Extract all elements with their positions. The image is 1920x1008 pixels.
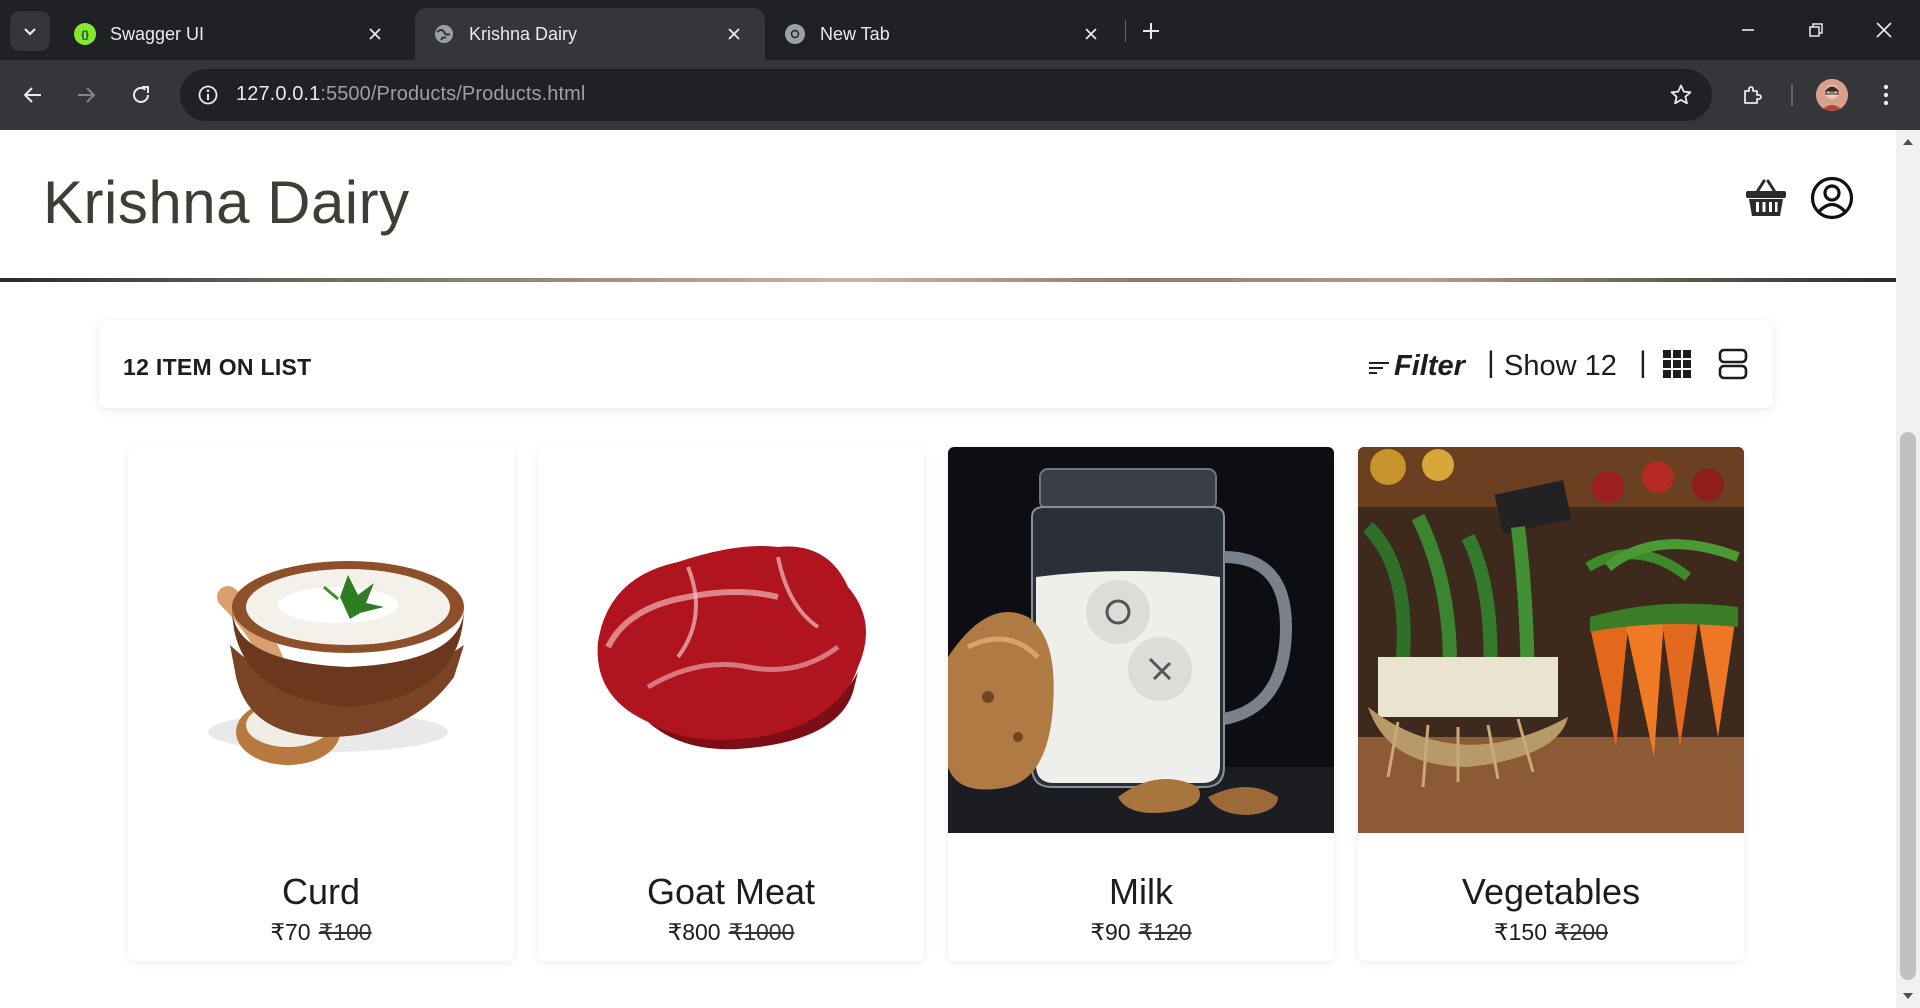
globe-icon <box>433 23 455 45</box>
sale-price: ₹90 <box>1090 919 1131 945</box>
swagger-icon: {} <box>74 23 96 45</box>
close-icon[interactable] <box>364 23 386 45</box>
svg-text:{}: {} <box>81 30 89 41</box>
tab-swagger-ui[interactable]: {} Swagger UI <box>56 8 406 60</box>
product-card-goat-meat[interactable]: Goat Meat ₹800 ₹1000 <box>538 447 924 961</box>
product-card-milk[interactable]: Milk ₹90 ₹120 <box>948 447 1334 961</box>
url-text: 127.0.0.1:5500/Products/Products.html <box>236 83 585 106</box>
reload-button[interactable] <box>121 75 161 115</box>
product-image-curd[interactable] <box>128 447 514 833</box>
url-host: 127.0.0.1 <box>236 83 321 105</box>
url-path: :5500/Products/Products.html <box>320 83 586 105</box>
product-name[interactable]: Milk <box>948 871 1334 913</box>
page-viewport: Krishna Dairy 12 ITEM ON LIST Filter | S… <box>0 130 1896 1008</box>
sale-price: ₹70 <box>270 919 311 945</box>
user-circle-icon[interactable] <box>1808 174 1856 222</box>
back-button[interactable] <box>13 75 53 115</box>
filter-label: Filter <box>1394 350 1465 382</box>
brand-logo-text[interactable]: Krishna Dairy <box>43 168 410 237</box>
browser-toolbar: 127.0.0.1:5500/Products/Products.html <box>0 60 1920 130</box>
tab-search-button[interactable] <box>10 11 50 51</box>
product-price: ₹150 ₹200 <box>1358 919 1744 946</box>
original-price: ₹200 <box>1555 919 1609 945</box>
product-image-milk[interactable] <box>948 447 1334 833</box>
close-icon[interactable] <box>1080 23 1102 45</box>
toolbar-divider <box>1791 84 1793 106</box>
close-icon <box>1876 22 1892 38</box>
toolbar-separator: | <box>1487 346 1495 379</box>
toolbar-separator: | <box>1639 346 1647 379</box>
product-card-curd[interactable]: Curd ₹70 ₹100 <box>128 447 514 961</box>
sale-price: ₹800 <box>667 919 721 945</box>
chrome-icon <box>784 23 806 45</box>
product-price: ₹70 ₹100 <box>128 919 514 946</box>
new-tab-button[interactable] <box>1132 12 1170 50</box>
reload-icon <box>133 86 149 103</box>
tab-divider <box>1125 20 1126 42</box>
puzzle-icon <box>1744 86 1762 104</box>
product-name[interactable]: Curd <box>128 871 514 913</box>
kebab-menu-icon <box>1883 84 1889 106</box>
show-count-selector[interactable]: Show 12 <box>1504 350 1617 383</box>
sale-price: ₹150 <box>1493 919 1547 945</box>
filter-button[interactable]: Filter <box>1367 350 1465 383</box>
product-price: ₹90 ₹120 <box>948 919 1334 946</box>
product-image-goat-meat[interactable] <box>538 447 924 833</box>
product-card-vegetables[interactable]: Vegetables ₹150 ₹200 <box>1358 447 1744 961</box>
forward-button[interactable] <box>66 75 106 115</box>
product-name[interactable]: Vegetables <box>1358 871 1744 913</box>
site-info-icon[interactable] <box>194 81 222 109</box>
tab-new-tab[interactable]: New Tab <box>766 8 1122 60</box>
product-grid: Curd ₹70 ₹100 Goat Meat ₹800 ₹1000 Milk … <box>128 447 1744 961</box>
minimize-button[interactable] <box>1714 0 1782 60</box>
restore-button[interactable] <box>1782 0 1850 60</box>
extensions-button[interactable] <box>1733 75 1773 115</box>
site-header: Krishna Dairy <box>0 130 1896 278</box>
bookmark-star-icon[interactable] <box>1666 80 1696 110</box>
item-count-label: 12 ITEM ON LIST <box>123 354 312 380</box>
tab-krishna-dairy[interactable]: Krishna Dairy <box>415 8 765 60</box>
profile-avatar[interactable] <box>1816 79 1848 111</box>
arrow-left-icon <box>23 87 41 103</box>
original-price: ₹120 <box>1138 919 1192 945</box>
original-price: ₹1000 <box>728 919 795 945</box>
grid-view-icon[interactable] <box>1663 350 1691 378</box>
product-image-vegetables[interactable] <box>1358 447 1744 833</box>
product-list-toolbar: 12 ITEM ON LIST Filter | Show 12 | <box>99 320 1773 408</box>
product-price: ₹800 ₹1000 <box>538 919 924 946</box>
list-view-icon[interactable] <box>1718 348 1748 380</box>
basket-icon[interactable] <box>1742 174 1790 222</box>
browser-menu-button[interactable] <box>1866 75 1906 115</box>
close-window-button[interactable] <box>1850 0 1918 60</box>
minimize-icon <box>1742 29 1754 31</box>
scroll-down-arrow-icon[interactable] <box>1896 984 1920 1008</box>
restore-icon <box>1809 23 1823 37</box>
filter-lines-icon <box>1369 361 1389 374</box>
address-bar[interactable]: 127.0.0.1:5500/Products/Products.html <box>180 69 1712 121</box>
page-scrollbar[interactable] <box>1896 130 1920 1008</box>
plus-icon <box>1143 23 1159 39</box>
original-price: ₹100 <box>318 919 372 945</box>
chevron-down-icon <box>24 28 36 36</box>
product-name[interactable]: Goat Meat <box>538 871 924 913</box>
tab-title: Swagger UI <box>110 23 205 44</box>
scrollbar-thumb[interactable] <box>1900 432 1916 980</box>
tab-title: New Tab <box>820 23 890 44</box>
close-icon[interactable] <box>723 23 745 45</box>
scroll-up-arrow-icon[interactable] <box>1896 130 1920 154</box>
tab-title: Krishna Dairy <box>469 23 578 44</box>
browser-tab-strip: {} Swagger UI Krishna Dairy New Tab <box>0 0 1920 60</box>
hero-banner-edge <box>0 278 1896 282</box>
arrow-right-icon <box>78 87 96 103</box>
